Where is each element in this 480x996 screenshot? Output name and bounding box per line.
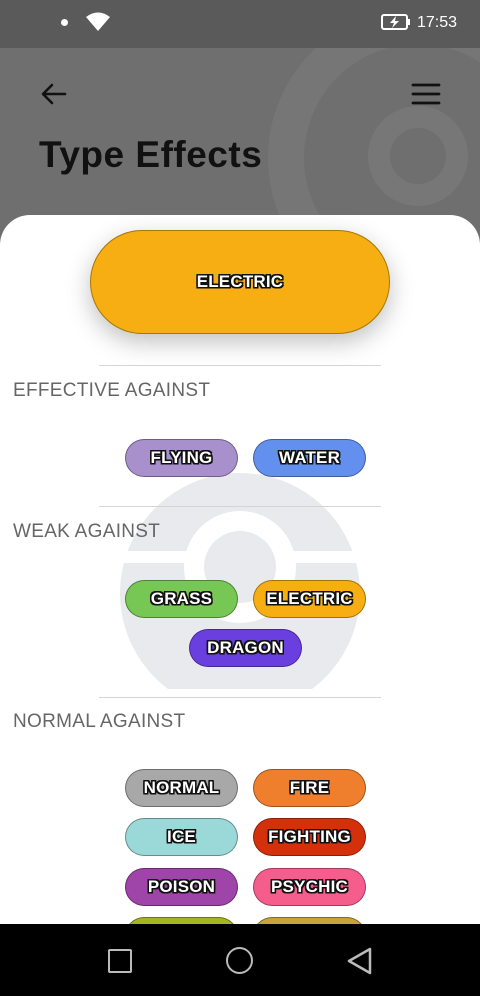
type-chip-dragon[interactable]: DRAGON [189,629,302,667]
type-chip-grass[interactable]: GRASS [125,580,238,618]
page-title: Type Effects [39,134,263,175]
battery-charging-icon [381,14,410,30]
pokeball-watermark-center [368,106,468,206]
type-chip-water[interactable]: WATER [253,439,366,477]
notification-dot-icon [61,19,68,26]
type-chip-partial[interactable] [253,917,366,924]
menu-icon[interactable] [410,78,442,110]
type-chip-label: GRASS [150,589,213,608]
type-chip-fighting[interactable]: FIGHTING [253,818,366,856]
type-chip-partial[interactable] [125,917,238,924]
type-chip-psychic[interactable]: PSYCHIC [253,868,366,906]
type-chip-label: WATER [278,448,341,467]
status-time: 17:53 [417,14,458,31]
type-chip-poison[interactable]: POISON [125,868,238,906]
divider [99,365,381,366]
back-arrow-icon[interactable] [38,78,70,110]
type-chip-label: FIRE [289,778,330,797]
type-chip-flying[interactable]: FLYING [125,439,238,477]
type-chip-label: FLYING [150,448,213,467]
section-title-effective: EFFECTIVE AGAINST [13,380,211,401]
divider [99,697,381,698]
section-title-weak: WEAK AGAINST [13,521,161,542]
wifi-icon [86,12,110,31]
divider [99,506,381,507]
main-type-badge[interactable]: ELECTRIC [90,230,390,334]
type-chip-label: FIGHTING [268,827,351,846]
type-chip-label: POISON [147,877,216,896]
type-chip-fire[interactable]: FIRE [253,769,366,807]
type-chip-electric[interactable]: ELECTRIC [253,580,366,618]
home-icon[interactable] [226,947,253,974]
type-chip-label: ELECTRIC [266,589,353,608]
main-type-label: ELECTRIC [196,272,284,291]
type-chip-ice[interactable]: ICE [125,818,238,856]
status-bar: 17:53 [0,0,480,48]
system-nav-bar [0,924,480,996]
nav-back-icon[interactable] [346,946,374,976]
section-title-normal: NORMAL AGAINST [13,711,186,732]
type-effects-sheet[interactable]: ELECTRIC EFFECTIVE AGAINST FLYING WATER … [0,215,480,924]
type-chip-normal[interactable]: NORMAL [125,769,238,807]
type-chip-label: ICE [167,827,196,846]
recent-apps-icon[interactable] [108,949,132,973]
type-chip-label: DRAGON [207,638,284,657]
type-chip-label: NORMAL [143,778,220,797]
type-chip-label: PSYCHIC [271,877,348,896]
